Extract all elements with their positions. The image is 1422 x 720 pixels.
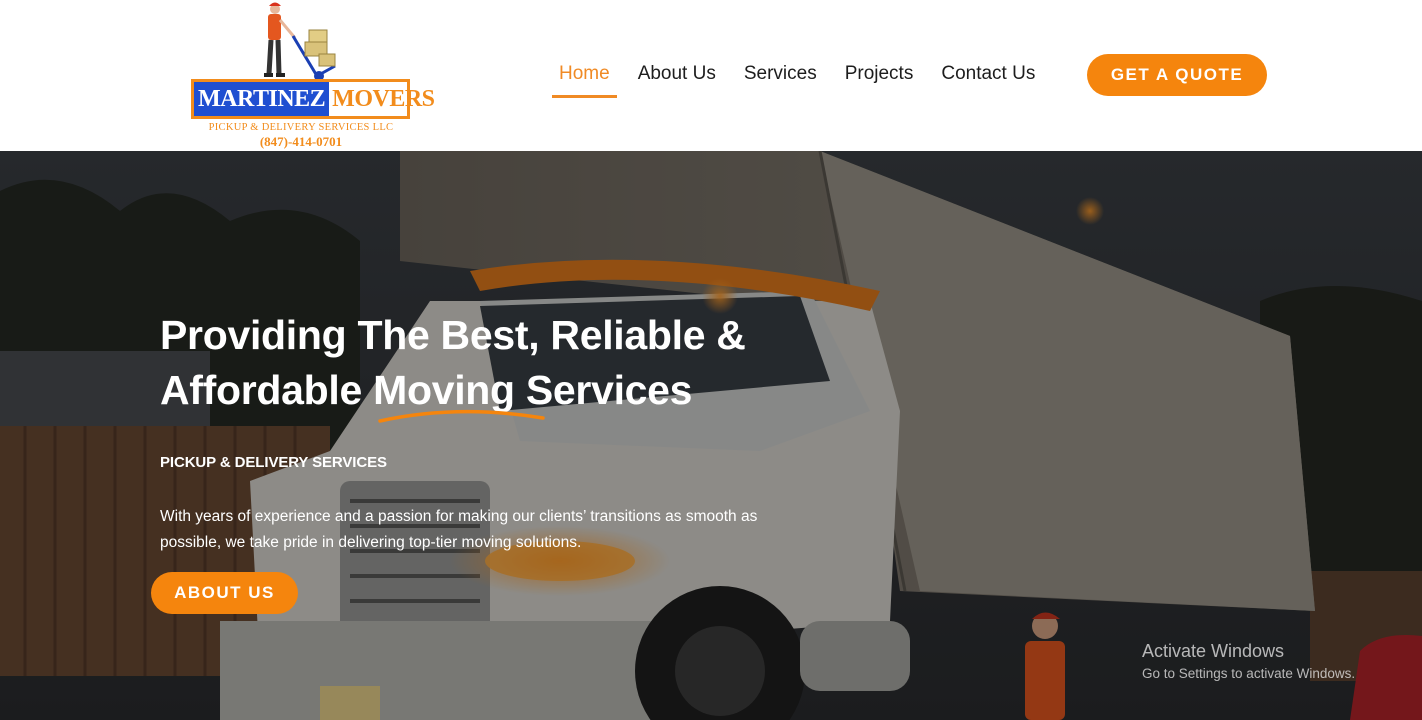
nav-item-contact-us[interactable]: Contact Us — [927, 58, 1049, 98]
logo-name-part1: MARTINEZ — [194, 82, 330, 116]
mover-with-hand-truck-icon — [264, 2, 336, 81]
nav-item-projects[interactable]: Projects — [831, 58, 928, 98]
logo-phone: (847)-414-0701 — [259, 134, 343, 149]
nav-item-home[interactable]: Home — [545, 58, 624, 98]
watermark-subtitle: Go to Settings to activate Windows. — [1142, 666, 1356, 681]
watermark-title: Activate Windows — [1142, 641, 1285, 661]
nav-item-services[interactable]: Services — [730, 58, 831, 98]
get-a-quote-button[interactable]: GET A QUOTE — [1087, 54, 1267, 96]
hero-description: With years of experience and a passion f… — [160, 508, 758, 551]
logo-wordmark: MARTINEZ MOVERS — [191, 79, 435, 119]
hero-title: Providing The Best, Reliable & Affordabl… — [160, 308, 746, 418]
hero-kicker: PICKUP & DELIVERY SERVICES — [160, 454, 387, 471]
logo-name-part2: MOVERS — [332, 86, 435, 112]
site-header: MARTINEZ MOVERS PICKUP & DELIVERY SERVIC… — [0, 0, 1422, 151]
about-us-button[interactable]: ABOUT US — [151, 572, 298, 614]
title-underline-swoosh — [378, 409, 545, 423]
moving-truck-background-image — [0, 151, 1422, 720]
main-nav: Home About Us Services Projects Contact … — [545, 58, 1049, 98]
hero-section: Providing The Best, Reliable & Affordabl… — [0, 151, 1422, 720]
activate-windows-watermark: Activate Windows Go to Settings to activ… — [1142, 639, 1355, 685]
nav-item-about-us[interactable]: About Us — [624, 58, 730, 98]
site-logo[interactable]: MARTINEZ MOVERS PICKUP & DELIVERY SERVIC… — [189, 0, 435, 151]
logo-tagline: PICKUP & DELIVERY SERVICES LLC — [208, 122, 394, 133]
hero-title-line1: Providing The Best, Reliable & — [160, 312, 746, 358]
